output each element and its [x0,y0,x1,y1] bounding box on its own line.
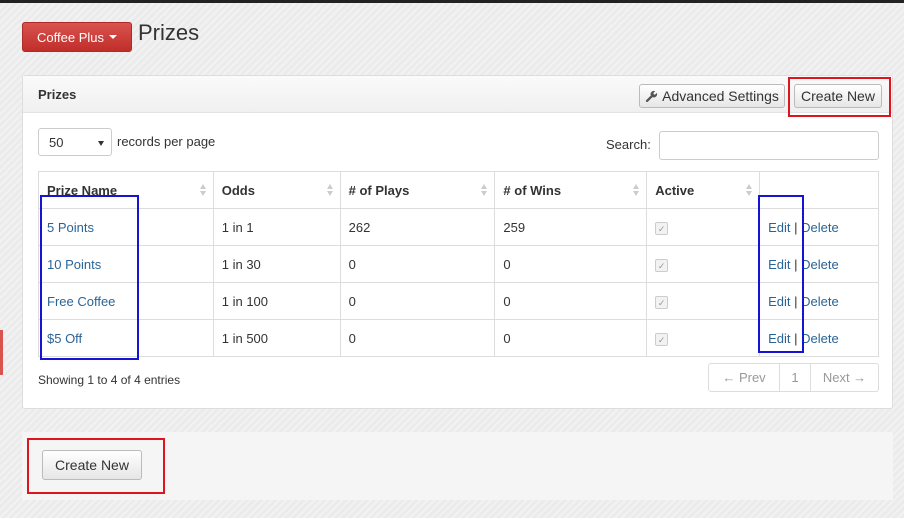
prizes-table: Prize Name Odds # of Plays # of Wins Act… [38,171,879,357]
highlight-box-edit-links [758,195,804,353]
delete-link[interactable]: Delete [801,257,839,272]
table-row: $5 Off 1 in 500 0 0 ✓ Edit | Delete [38,319,879,357]
table-info: Showing 1 to 4 of 4 entries [38,373,181,387]
search-input[interactable] [659,131,879,160]
highlight-box-create-bottom [27,438,165,494]
active-checkbox[interactable]: ✓ [655,258,669,272]
wrench-icon [646,90,658,102]
odds-cell: 1 in 1 [212,208,341,246]
top-border [0,0,904,3]
column-header-odds[interactable]: Odds [212,171,341,209]
delete-link[interactable]: Delete [801,331,839,346]
delete-link[interactable]: Delete [801,220,839,235]
active-checkbox[interactable]: ✓ [655,295,669,309]
table-row: 10 Points 1 in 30 0 0 ✓ Edit | Delete [38,245,879,283]
plays-cell: 262 [339,208,495,246]
advanced-settings-label: Advanced Settings [662,88,779,104]
table-header-row: Prize Name Odds # of Plays # of Wins Act… [38,171,879,209]
records-per-page-select[interactable]: 50 [38,128,112,156]
app-menu-button[interactable]: Coffee Plus [22,22,132,52]
column-header-active[interactable]: Active [646,171,760,209]
panel-header: Prizes Advanced Settings Create New [23,76,892,113]
app-menu-label: Coffee Plus [37,29,104,45]
active-checkbox[interactable]: ✓ [655,332,669,346]
wins-cell: 0 [494,282,647,320]
highlight-box-prize-names [40,195,139,360]
panel-title: Prizes [38,87,77,102]
left-accent-bar [0,330,3,375]
records-per-page-value: 50 [49,134,64,150]
active-cell: ✓ [646,245,760,283]
sort-icon [633,184,640,197]
sort-icon [199,184,207,197]
column-header-wins[interactable]: # of Wins [494,171,647,209]
active-cell: ✓ [646,319,760,357]
records-per-page-label: records per page [117,134,216,149]
odds-cell: 1 in 30 [212,245,341,283]
wins-cell: 0 [494,245,647,283]
caret-down-icon [108,35,117,39]
active-cell: ✓ [646,208,760,246]
next-page-button[interactable]: Next → [810,364,878,391]
plays-cell: 0 [339,319,495,357]
table-row: 5 Points 1 in 1 262 259 ✓ Edit | Delete [38,208,879,246]
prev-page-button[interactable]: ← Prev [709,364,779,391]
highlight-box-create-top [788,77,891,117]
advanced-settings-button[interactable]: Advanced Settings [639,84,785,108]
odds-cell: 1 in 500 [212,319,341,357]
active-cell: ✓ [646,282,760,320]
delete-link[interactable]: Delete [801,294,839,309]
plays-cell: 0 [339,282,495,320]
page-1-button[interactable]: 1 [779,364,810,391]
plays-cell: 0 [339,245,495,283]
sort-icon [481,184,488,197]
sort-icon [326,184,334,197]
wins-cell: 0 [494,319,647,357]
search-label: Search: [606,137,651,152]
sort-icon [746,184,753,197]
chevron-down-icon [98,141,104,146]
table-row: Free Coffee 1 in 100 0 0 ✓ Edit | Delete [38,282,879,320]
active-checkbox[interactable]: ✓ [655,221,669,235]
page-title: Prizes [138,20,200,45]
pagination: ← Prev 1 Next → [708,363,879,392]
odds-cell: 1 in 100 [212,282,341,320]
wins-cell: 259 [494,208,647,246]
column-header-plays[interactable]: # of Plays [339,171,495,209]
